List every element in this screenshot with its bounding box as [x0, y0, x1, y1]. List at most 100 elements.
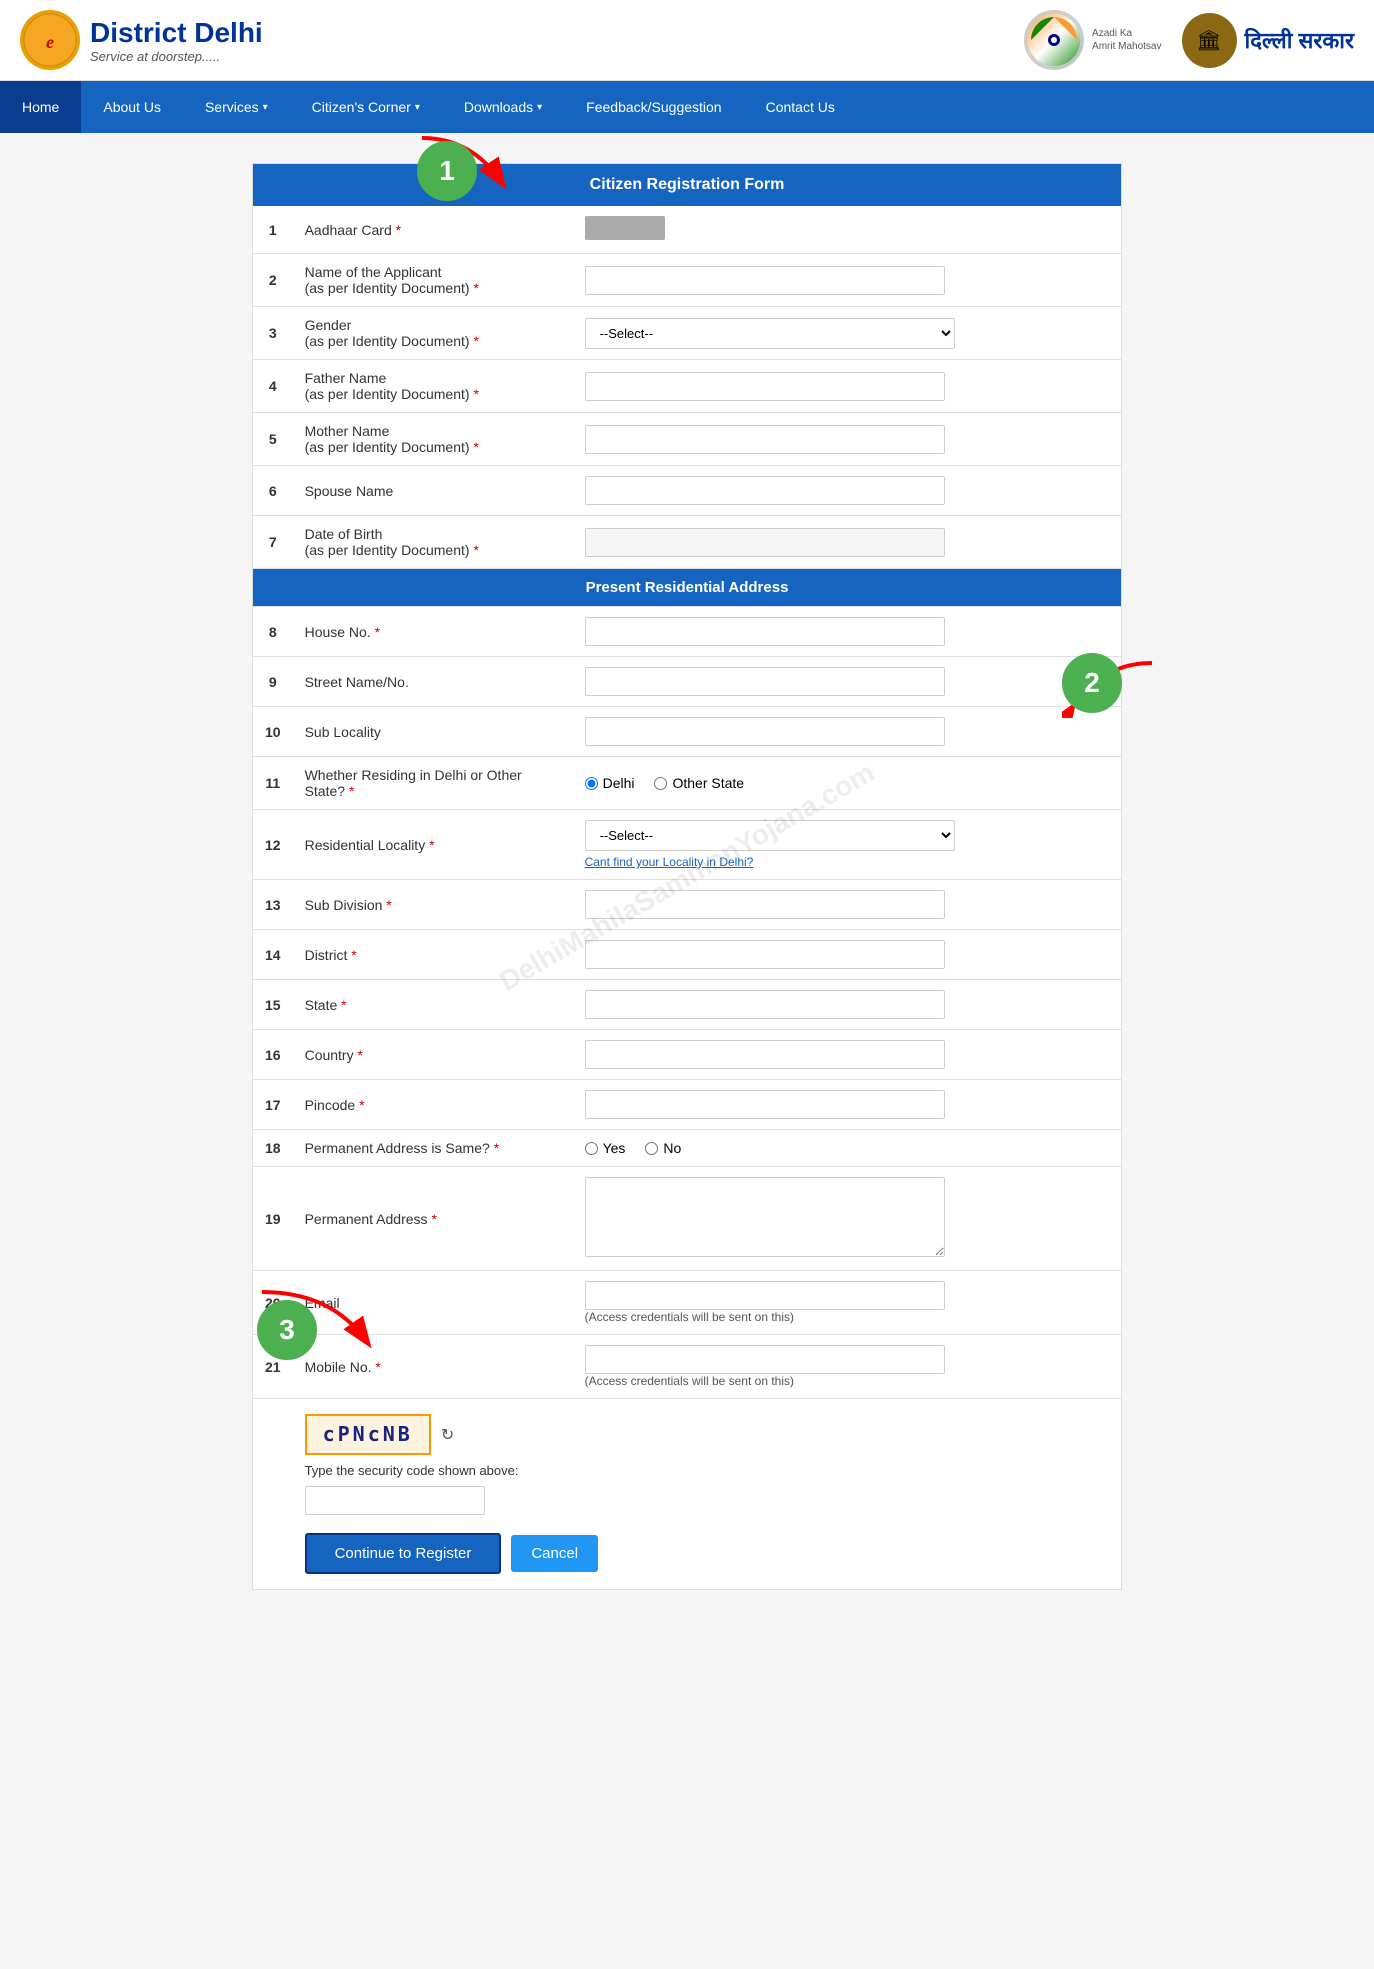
table-row: 4 Father Name(as per Identity Document) …	[253, 360, 1121, 413]
services-dropdown-arrow: ▾	[263, 102, 268, 113]
gender-select[interactable]: --Select-- Male Female Other	[585, 318, 955, 349]
email-input[interactable]	[585, 1281, 945, 1310]
state-input[interactable]	[585, 990, 945, 1019]
captcha-row: cPNcNB ↻ Type the security code shown ab…	[253, 1399, 1121, 1590]
father-name-input[interactable]	[585, 372, 945, 401]
table-row: 11 Whether Residing in Delhi or Other St…	[253, 757, 1121, 810]
logo-icon: e	[20, 10, 80, 70]
table-row: 8 House No. *	[253, 607, 1121, 657]
captcha-label: Type the security code shown above:	[305, 1463, 1109, 1478]
table-row: 1 Aadhaar Card *	[253, 206, 1121, 254]
perm-no-radio[interactable]	[645, 1142, 658, 1155]
pincode-input[interactable]	[585, 1090, 945, 1119]
table-row: 20 Email (Access credentials will be sen…	[253, 1271, 1121, 1335]
table-row: 18 Permanent Address is Same? * Yes No	[253, 1130, 1121, 1167]
mother-name-input[interactable]	[585, 425, 945, 454]
cancel-button[interactable]: Cancel	[511, 1535, 598, 1572]
section2-header: Present Residential Address	[253, 569, 1121, 607]
table-row: 16 Country *	[253, 1030, 1121, 1080]
annotation-1: 1	[417, 133, 512, 201]
azadi-text: Azadi KaAmrit Mahotsav	[1092, 27, 1161, 53]
header-right: Azadi KaAmrit Mahotsav 🏛 दिल्ली सरकार	[1024, 10, 1354, 70]
table-row: 12 Residential Locality * --Select-- Can…	[253, 810, 1121, 880]
main-content: 1 2 3 De	[237, 163, 1137, 1590]
table-row: 21 Mobile No. * (Access credentials will…	[253, 1335, 1121, 1399]
perm-yes-radio[interactable]	[585, 1142, 598, 1155]
dob-input[interactable]	[585, 528, 945, 557]
azadi-icon	[1024, 10, 1084, 70]
nav-home[interactable]: Home	[0, 81, 81, 133]
captcha-controls: cPNcNB ↻	[305, 1414, 1109, 1455]
permanent-address-same-group: Yes No	[585, 1140, 1109, 1156]
nav-feedback[interactable]: Feedback/Suggestion	[564, 81, 743, 133]
row-label: Aadhaar Card *	[293, 206, 573, 254]
table-row: 14 District *	[253, 930, 1121, 980]
residing-other-radio[interactable]	[654, 777, 667, 790]
captcha-area: cPNcNB ↻ Type the security code shown ab…	[305, 1414, 1109, 1574]
residing-other-label[interactable]: Other State	[654, 775, 744, 791]
navbar: Home About Us Services ▾ Citizen's Corne…	[0, 81, 1374, 133]
logo-title: District Delhi	[90, 17, 263, 49]
table-row: 19 Permanent Address *	[253, 1167, 1121, 1271]
logo-subtitle: Service at doorstep.....	[90, 49, 263, 64]
cant-find-locality-link[interactable]: Cant find your Locality in Delhi?	[585, 855, 1109, 869]
table-row: 15 State *	[253, 980, 1121, 1030]
svg-text:e: e	[46, 32, 54, 52]
spouse-name-input[interactable]	[585, 476, 945, 505]
table-row: 17 Pincode *	[253, 1080, 1121, 1130]
street-name-input[interactable]	[585, 667, 945, 696]
logo-text: District Delhi Service at doorstep.....	[90, 17, 263, 64]
annotation-3: 3	[257, 1282, 372, 1360]
annotation-2: 2	[1062, 653, 1157, 721]
continue-to-register-button[interactable]: Continue to Register	[305, 1533, 502, 1574]
perm-yes-label[interactable]: Yes	[585, 1140, 626, 1156]
section-header-row: Present Residential Address	[253, 569, 1121, 607]
captcha-refresh-button[interactable]: ↻	[441, 1425, 454, 1445]
annotation-circle-3: 3	[257, 1300, 317, 1360]
table-row: 6 Spouse Name	[253, 466, 1121, 516]
citizens-corner-dropdown-arrow: ▾	[415, 102, 420, 113]
residing-radio-group: Delhi Other State	[585, 775, 1109, 791]
header: e District Delhi Service at doorstep....…	[0, 0, 1374, 81]
aadhaar-masked-value	[585, 216, 665, 240]
table-row: 13 Sub Division *	[253, 880, 1121, 930]
table-row: 3 Gender(as per Identity Document) * --S…	[253, 307, 1121, 360]
residing-delhi-radio[interactable]	[585, 777, 598, 790]
permanent-address-textarea[interactable]	[585, 1177, 945, 1257]
house-no-input[interactable]	[585, 617, 945, 646]
sub-locality-input[interactable]	[585, 717, 945, 746]
nav-contact-us[interactable]: Contact Us	[744, 81, 857, 133]
district-input[interactable]	[585, 940, 945, 969]
table-row: 10 Sub Locality	[253, 707, 1121, 757]
nav-downloads[interactable]: Downloads ▾	[442, 81, 564, 133]
annotation-circle-2: 2	[1062, 653, 1122, 713]
locality-select[interactable]: --Select--	[585, 820, 955, 851]
country-input[interactable]	[585, 1040, 945, 1069]
delhi-sarkar-label: दिल्ली सरकार	[1245, 25, 1355, 55]
table-row: 5 Mother Name(as per Identity Document) …	[253, 413, 1121, 466]
captcha-input[interactable]	[305, 1486, 485, 1515]
perm-no-label[interactable]: No	[645, 1140, 681, 1156]
captcha-image: cPNcNB	[305, 1414, 431, 1455]
button-row: Continue to Register Cancel	[305, 1533, 1109, 1574]
table-row: 7 Date of Birth(as per Identity Document…	[253, 516, 1121, 569]
email-hint: (Access credentials will be sent on this…	[585, 1310, 1109, 1324]
nav-services[interactable]: Services ▾	[183, 81, 290, 133]
applicant-name-input[interactable]	[585, 266, 945, 295]
downloads-dropdown-arrow: ▾	[537, 102, 542, 113]
emblem-icon: 🏛	[1182, 13, 1237, 68]
registration-form: Citizen Registration Form 1 Aadhaar Card…	[252, 163, 1122, 1590]
azadi-badge: Azadi KaAmrit Mahotsav	[1024, 10, 1161, 70]
mobile-input[interactable]	[585, 1345, 945, 1374]
form-title: Citizen Registration Form	[253, 164, 1121, 206]
sub-division-input[interactable]	[585, 890, 945, 919]
row-number: 1	[253, 206, 293, 254]
nav-about-us[interactable]: About Us	[81, 81, 183, 133]
nav-citizens-corner[interactable]: Citizen's Corner ▾	[290, 81, 442, 133]
form-table: 1 Aadhaar Card * 2 Name of the Applicant…	[253, 206, 1121, 1589]
annotation-circle-1: 1	[417, 141, 477, 201]
row-input	[573, 206, 1121, 254]
mobile-hint: (Access credentials will be sent on this…	[585, 1374, 1109, 1388]
logo-area: e District Delhi Service at doorstep....…	[20, 10, 263, 70]
residing-delhi-label[interactable]: Delhi	[585, 775, 635, 791]
